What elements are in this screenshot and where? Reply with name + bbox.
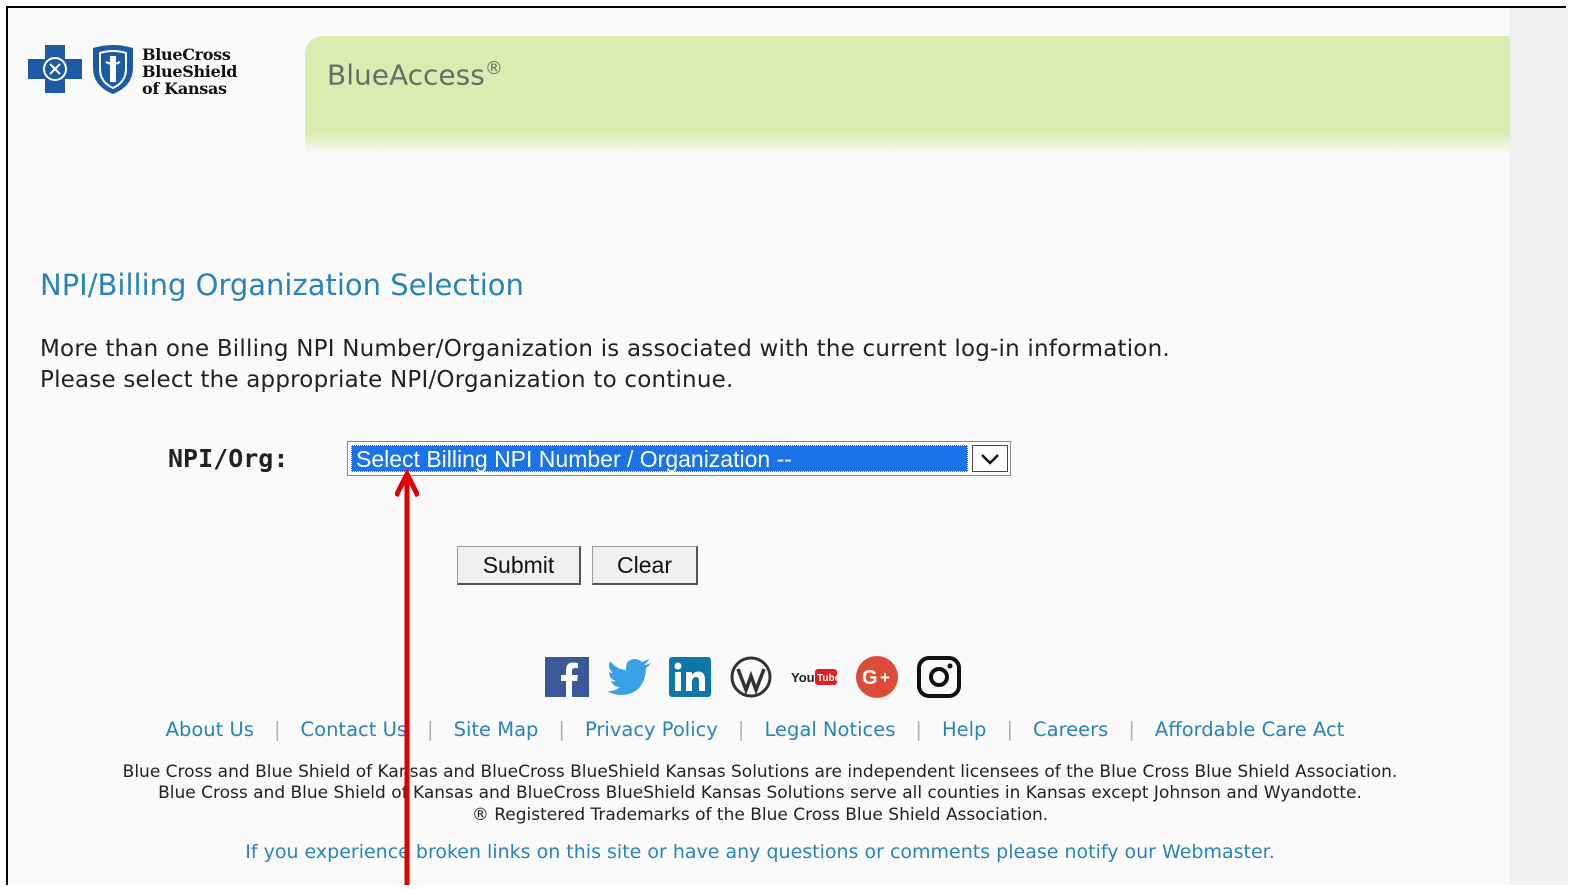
- wordpress-icon[interactable]: [729, 656, 773, 698]
- footer-divider: |: [427, 718, 434, 741]
- svg-text:+: +: [880, 668, 890, 687]
- intro-text: More than one Billing NPI Number/Organiz…: [40, 334, 1170, 396]
- logo-line-2: BlueShield: [142, 61, 238, 81]
- footer-divider: |: [558, 718, 565, 741]
- twitter-icon[interactable]: [607, 659, 651, 695]
- youtube-icon[interactable]: YouTube: [791, 666, 837, 688]
- legal-line-2: Blue Cross and Blue Shield of Kansas and…: [158, 783, 1362, 803]
- instagram-icon[interactable]: [917, 656, 961, 698]
- footer-link-about-us[interactable]: About Us: [146, 718, 274, 741]
- footer-link-careers[interactable]: Careers: [1013, 718, 1128, 741]
- npi-org-selected-value: Select Billing NPI Number / Organization…: [351, 445, 968, 472]
- footer-divider: |: [273, 718, 281, 741]
- footer-link-site-map[interactable]: Site Map: [434, 718, 559, 741]
- npi-org-label: NPI/Org:: [168, 444, 289, 473]
- intro-line-1: More than one Billing NPI Number/Organiz…: [40, 336, 1170, 362]
- blue-shield-icon: [90, 42, 136, 100]
- webmaster-notice[interactable]: If you experience broken links on this s…: [0, 841, 1520, 863]
- app-name: BlueAccess: [327, 58, 485, 92]
- footer-link-affordable-care-act[interactable]: Affordable Care Act: [1135, 718, 1364, 741]
- npi-org-select[interactable]: Select Billing NPI Number / Organization…: [347, 441, 1011, 476]
- legal-line-1: Blue Cross and Blue Shield of Kansas and…: [122, 762, 1398, 782]
- header-banner: BlueAccess®: [305, 36, 1510, 154]
- linkedin-icon[interactable]: [669, 657, 711, 697]
- footer-divider: |: [915, 718, 922, 741]
- footer-divider: |: [1128, 718, 1135, 741]
- chevron-down-icon[interactable]: [972, 445, 1008, 472]
- bcbs-kansas-logo[interactable]: BlueCross BlueShield of Kansas: [26, 42, 237, 100]
- logo-line-1: BlueCross: [142, 44, 231, 64]
- svg-text:You: You: [791, 670, 815, 685]
- footer-link-privacy-policy[interactable]: Privacy Policy: [565, 718, 738, 741]
- footer-links: About Us | Contact Us | Site Map | Privacy Pol…: [0, 718, 1510, 741]
- app-title: BlueAccess®: [327, 58, 503, 91]
- svg-text:Tube: Tube: [817, 673, 837, 684]
- intro-line-2: Please select the appropriate NPI/Organi…: [40, 367, 734, 393]
- facebook-icon[interactable]: [545, 657, 589, 697]
- footer-link-help[interactable]: Help: [922, 718, 1006, 741]
- right-gutter: [1510, 8, 1568, 885]
- annotation-arrow: [393, 468, 421, 889]
- svg-text:G: G: [862, 667, 878, 689]
- footer-link-legal-notices[interactable]: Legal Notices: [744, 718, 915, 741]
- blue-cross-icon: [26, 43, 84, 99]
- registered-mark: ®: [484, 58, 503, 79]
- google-plus-icon[interactable]: G +: [855, 655, 899, 699]
- social-icons: YouTube G+: [545, 655, 961, 699]
- logo-line-3: of Kansas: [142, 78, 227, 98]
- submit-button[interactable]: Submit: [457, 546, 581, 585]
- logo-wordmark: BlueCross BlueShield of Kansas: [142, 46, 237, 97]
- page-title: NPI/Billing Organization Selection: [40, 268, 524, 302]
- clear-button[interactable]: Clear: [592, 546, 698, 585]
- legal-line-3: ® Registered Trademarks of the Blue Cros…: [471, 805, 1049, 825]
